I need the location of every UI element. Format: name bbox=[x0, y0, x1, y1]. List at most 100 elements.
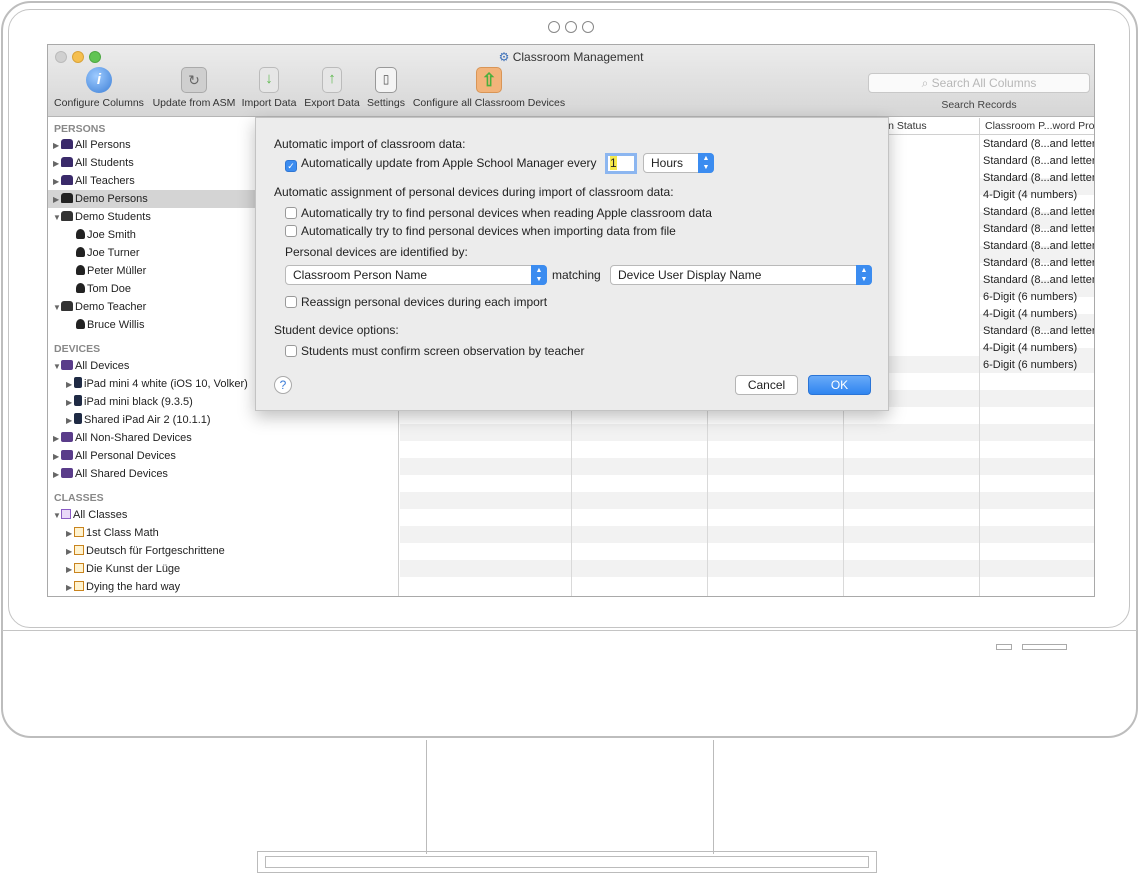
sidebar-item-personal-devices[interactable]: ▶ All Personal Devices bbox=[48, 447, 398, 465]
table-cell[interactable]: 4-Digit (4 numbers) bbox=[980, 306, 1094, 323]
checkbox-box[interactable] bbox=[285, 296, 297, 308]
table-cell[interactable]: Standard (8...and letters) bbox=[980, 136, 1094, 153]
sidebar-item-shared-devices[interactable]: ▶ All Shared Devices bbox=[48, 465, 398, 483]
camera-dot-icon bbox=[565, 21, 577, 33]
sidebar-item-non-shared-devices[interactable]: ▶ All Non-Shared Devices bbox=[48, 429, 398, 447]
disclosure-closed-icon[interactable]: ▶ bbox=[66, 543, 74, 561]
checkmark-icon[interactable]: ✓ bbox=[285, 160, 297, 172]
identify-source-select[interactable]: Classroom Person Name ▲ ▼ bbox=[285, 265, 547, 285]
sidebar-item-label: Die Kunst der Lüge bbox=[86, 563, 181, 575]
table-cell[interactable]: Standard (8...and letters) bbox=[980, 255, 1094, 272]
find-importing-checkbox[interactable]: Automatically try to find personal devic… bbox=[285, 224, 676, 238]
sidebar-item-1st-class-math[interactable]: ▶ 1st Class Math bbox=[48, 524, 398, 542]
help-button[interactable]: ? bbox=[274, 376, 292, 394]
disclosure-closed-icon[interactable]: ▶ bbox=[66, 394, 74, 412]
upload-icon: ⇧ bbox=[476, 67, 502, 93]
disclosure-open-icon[interactable]: ▼ bbox=[53, 299, 61, 317]
sidebar-item-dying-hard-way[interactable]: ▶ Dying the hard way bbox=[48, 578, 398, 596]
book-icon bbox=[74, 545, 84, 555]
cancel-button[interactable]: Cancel bbox=[735, 375, 798, 395]
interval-unit-select[interactable]: Hours ▲ ▼ bbox=[643, 153, 714, 173]
sidebar-item-label: Joe Turner bbox=[87, 247, 140, 259]
sidebar-item-label: Demo Teacher bbox=[75, 301, 147, 313]
table-cell[interactable]: Standard (8...and letters) bbox=[980, 204, 1094, 221]
table-cell[interactable]: 4-Digit (4 numbers) bbox=[980, 187, 1094, 204]
devices-icon bbox=[61, 450, 73, 460]
checkbox-box[interactable] bbox=[285, 345, 297, 357]
disclosure-closed-icon[interactable]: ▶ bbox=[53, 173, 61, 191]
assign-heading: Automatic assignment of personal devices… bbox=[274, 185, 674, 199]
column-header-password-prompt[interactable]: Classroom P...word Prompt bbox=[980, 118, 1094, 135]
monitor-chin-divider bbox=[2, 630, 1137, 631]
group-icon bbox=[61, 193, 73, 203]
table-cell[interactable]: Standard (8...and letters) bbox=[980, 323, 1094, 340]
table-row bbox=[400, 424, 1094, 441]
ok-button[interactable]: OK bbox=[808, 375, 871, 395]
sidebar-item-label: Tom Doe bbox=[87, 283, 132, 295]
search-input[interactable]: ⌕ Search All Columns bbox=[868, 73, 1090, 93]
checkbox-box[interactable] bbox=[285, 225, 297, 237]
table-cell[interactable]: Standard (8...and letters) bbox=[980, 272, 1094, 289]
disclosure-closed-icon[interactable]: ▶ bbox=[53, 155, 61, 173]
sidebar-item-label: 1st Class Math bbox=[86, 527, 159, 539]
sidebar-item-label: Demo Persons bbox=[75, 193, 148, 205]
table-cell[interactable]: 6-Digit (6 numbers) bbox=[980, 357, 1094, 374]
disclosure-closed-icon[interactable]: ▶ bbox=[66, 412, 74, 430]
confirm-observation-checkbox[interactable]: Students must confirm screen observation… bbox=[285, 344, 584, 358]
sidebar-item-label: All Personal Devices bbox=[75, 450, 176, 462]
interval-input[interactable]: 1 bbox=[605, 153, 637, 174]
disclosure-open-icon[interactable]: ▼ bbox=[53, 358, 61, 376]
table-cell[interactable]: 6-Digit (6 numbers) bbox=[980, 289, 1094, 306]
toolbar-label: Configure Columns bbox=[54, 97, 144, 109]
interval-value: 1 bbox=[610, 156, 617, 170]
sidebar-item-deutsch[interactable]: ▶ Deutsch für Fortgeschrittene bbox=[48, 542, 398, 560]
configure-columns-button[interactable]: i Configure Columns bbox=[52, 67, 146, 109]
search-label: Search Records bbox=[941, 99, 1017, 111]
disclosure-closed-icon[interactable]: ▶ bbox=[53, 137, 61, 155]
disclosure-closed-icon[interactable]: ▶ bbox=[66, 579, 74, 596]
toolbar-label: Configure all Classroom Devices bbox=[412, 97, 566, 109]
sidebar-item-label: All Persons bbox=[75, 139, 131, 151]
table-cell[interactable]: 4-Digit (4 numbers) bbox=[980, 340, 1094, 357]
monitor-stand bbox=[426, 740, 432, 854]
sidebar-item-all-classes[interactable]: ▼ All Classes bbox=[48, 506, 398, 524]
disclosure-closed-icon[interactable]: ▶ bbox=[53, 466, 61, 484]
sidebar-item-label: Deutsch für Fortgeschrittene bbox=[86, 545, 225, 557]
disclosure-closed-icon[interactable]: ▶ bbox=[53, 191, 61, 209]
disclosure-closed-icon[interactable]: ▶ bbox=[66, 561, 74, 579]
sidebar-item-die-kunst[interactable]: ▶ Die Kunst der Lüge bbox=[48, 560, 398, 578]
table-cell[interactable]: Standard (8...and letters) bbox=[980, 238, 1094, 255]
disclosure-closed-icon[interactable]: ▶ bbox=[66, 376, 74, 394]
person-icon bbox=[76, 247, 85, 257]
checkbox-box[interactable] bbox=[285, 207, 297, 219]
reassign-checkbox[interactable]: Reassign personal devices during each im… bbox=[285, 295, 547, 309]
toolbar-label: Export Data bbox=[304, 97, 360, 109]
disclosure-closed-icon[interactable]: ▶ bbox=[53, 430, 61, 448]
disclosure-open-icon[interactable]: ▼ bbox=[53, 209, 61, 227]
configure-all-devices-button[interactable]: ⇧ Configure all Classroom Devices bbox=[412, 67, 566, 109]
export-data-button[interactable]: ↑ Export Data bbox=[301, 67, 363, 109]
group-icon bbox=[61, 211, 73, 221]
table-row bbox=[400, 458, 1094, 475]
monitor-stand bbox=[708, 740, 714, 854]
import-data-button[interactable]: ↓ Import Data bbox=[239, 67, 299, 109]
identify-source-value: Classroom Person Name bbox=[293, 268, 428, 282]
update-from-asm-button[interactable]: ↻ Update from ASM bbox=[148, 67, 240, 109]
sidebar-item-shared-ipad-air[interactable]: ▶ Shared iPad Air 2 (10.1.1) bbox=[48, 411, 398, 429]
import-icon: ↓ bbox=[259, 67, 279, 93]
toolbar: ⚙ Classroom Management i Configure Colum… bbox=[48, 45, 1094, 117]
sidebar-item-label: Bruce Willis bbox=[87, 319, 145, 331]
auto-update-checkbox[interactable]: ✓ Automatically update from Apple School … bbox=[285, 156, 597, 172]
disclosure-closed-icon[interactable]: ▶ bbox=[66, 525, 74, 543]
identify-target-select[interactable]: Device User Display Name ▲ ▼ bbox=[610, 265, 872, 285]
classes-icon bbox=[61, 509, 71, 519]
settings-button[interactable]: ▯ Settings bbox=[364, 67, 408, 109]
disclosure-closed-icon[interactable]: ▶ bbox=[53, 448, 61, 466]
group-icon bbox=[61, 139, 73, 149]
switch-icon: ▯ bbox=[375, 67, 397, 93]
table-cell[interactable]: Standard (8...and letters) bbox=[980, 153, 1094, 170]
find-reading-checkbox[interactable]: Automatically try to find personal devic… bbox=[285, 206, 712, 220]
table-cell[interactable]: Standard (8...and letters) bbox=[980, 221, 1094, 238]
table-cell[interactable]: Standard (8...and letters) bbox=[980, 170, 1094, 187]
disclosure-open-icon[interactable]: ▼ bbox=[53, 507, 61, 525]
